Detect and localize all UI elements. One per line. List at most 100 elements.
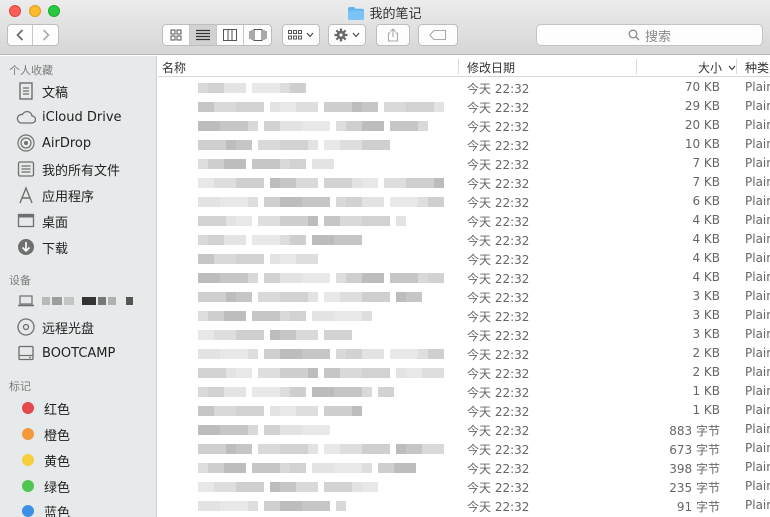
sidebar-item-airdrop[interactable]: AirDrop: [16, 132, 91, 154]
column-view-button[interactable]: [217, 25, 244, 45]
tag-color-dot: [22, 480, 34, 492]
table-row[interactable]: 今天 22:32 4 KB Plain: [158, 211, 770, 230]
table-row[interactable]: 今天 22:32 3 KB Plain: [158, 287, 770, 306]
chevron-down-icon: [352, 32, 360, 38]
file-date: 今天 22:32: [467, 310, 530, 324]
cover-flow-button[interactable]: [244, 25, 271, 45]
table-row[interactable]: 今天 22:32 3 KB Plain: [158, 325, 770, 344]
edit-tags-button[interactable]: [418, 24, 458, 46]
file-date: 今天 22:32: [467, 177, 530, 191]
table-row[interactable]: 今天 22:32 1 KB Plain: [158, 401, 770, 420]
sidebar-tag-yellow[interactable]: 黄色: [16, 449, 70, 471]
share-button[interactable]: [376, 24, 410, 46]
file-date: 今天 22:32: [467, 424, 530, 438]
file-kind: Plain: [745, 460, 770, 474]
sidebar-item-all-files[interactable]: 我的所有文件: [16, 158, 120, 180]
file-date: 今天 22:32: [467, 101, 530, 115]
chevron-right-icon: [42, 29, 50, 41]
table-row[interactable]: 今天 22:32 29 KB Plain: [158, 97, 770, 116]
file-date: 今天 22:32: [467, 405, 530, 419]
cover-flow-icon: [249, 29, 266, 41]
table-row[interactable]: 今天 22:32 673 字节 Plain: [158, 439, 770, 458]
search-placeholder: 搜索: [644, 29, 671, 45]
sidebar-item-applications[interactable]: 应用程序: [16, 184, 94, 206]
sidebar-tag-red[interactable]: 红色: [16, 397, 70, 419]
table-row[interactable]: 今天 22:32 2 KB Plain: [158, 344, 770, 363]
file-date: 今天 22:32: [467, 443, 530, 457]
file-size: 6 KB: [692, 194, 720, 208]
sidebar-item-icloud[interactable]: iCloud Drive: [16, 106, 122, 128]
share-icon: [387, 28, 399, 42]
laptop-icon: [16, 291, 36, 311]
file-size: 673 字节: [669, 443, 720, 457]
file-size: 1 KB: [692, 403, 720, 417]
table-row[interactable]: 今天 22:32 91 字节 Plain: [158, 496, 770, 515]
list-header: 名称 修改日期 大小 种类: [158, 56, 770, 77]
file-date: 今天 22:32: [467, 196, 530, 210]
sidebar-item-documents[interactable]: 文稿: [16, 80, 68, 102]
column-header-kind[interactable]: 种类: [745, 59, 769, 76]
file-size: 2 KB: [692, 346, 720, 360]
columns-icon: [223, 29, 237, 41]
column-header-size[interactable]: 大小: [698, 59, 736, 76]
column-divider[interactable]: [636, 59, 637, 74]
sidebar-item-bootcamp[interactable]: BOOTCAMP: [16, 342, 115, 364]
forward-button[interactable]: [33, 25, 58, 45]
back-button[interactable]: [8, 25, 34, 45]
file-kind: Plain: [745, 346, 770, 360]
table-row[interactable]: 今天 22:32 70 KB Plain: [158, 78, 770, 97]
table-row[interactable]: 今天 22:32 398 字节 Plain: [158, 458, 770, 477]
list-view-button[interactable]: [190, 25, 217, 45]
arrange-button[interactable]: [282, 24, 320, 46]
sidebar-item-mac-device[interactable]: [16, 290, 135, 312]
search-icon: [628, 29, 640, 41]
table-row[interactable]: 今天 22:32 4 KB Plain: [158, 249, 770, 268]
table-row[interactable]: 今天 22:32 20 KB Plain: [158, 116, 770, 135]
file-size: 3 KB: [692, 327, 720, 341]
sidebar-item-downloads[interactable]: 下载: [16, 236, 68, 258]
file-size: 2 KB: [692, 365, 720, 379]
table-row[interactable]: 今天 22:32 4 KB Plain: [158, 268, 770, 287]
file-kind: Plain: [745, 270, 770, 284]
column-divider[interactable]: [458, 59, 459, 74]
table-row[interactable]: 今天 22:32 883 字节 Plain: [158, 420, 770, 439]
table-row[interactable]: 今天 22:32 7 KB Plain: [158, 173, 770, 192]
title-bar: 我的笔记 搜索: [0, 0, 770, 55]
table-row[interactable]: 今天 22:32 2 KB Plain: [158, 363, 770, 382]
file-kind: Plain: [745, 479, 770, 493]
sidebar-tag-orange[interactable]: 橙色: [16, 423, 70, 445]
table-row[interactable]: 今天 22:32 4 KB Plain: [158, 230, 770, 249]
tag-color-dot: [22, 402, 34, 414]
document-icon: [16, 81, 36, 101]
file-size: 29 KB: [684, 99, 720, 113]
sidebar-item-label: BOOTCAMP: [42, 345, 116, 361]
sidebar-item-desktop[interactable]: 桌面: [16, 210, 68, 232]
file-size: 20 KB: [684, 118, 720, 132]
file-date: 今天 22:32: [467, 481, 530, 495]
column-divider[interactable]: [736, 59, 737, 74]
column-header-name[interactable]: 名称: [162, 59, 186, 76]
file-size: 4 KB: [692, 232, 720, 246]
sidebar-item-remote-disc[interactable]: 远程光盘: [16, 316, 94, 338]
file-kind: Plain: [745, 289, 770, 303]
table-row[interactable]: 今天 22:32 10 KB Plain: [158, 135, 770, 154]
table-row[interactable]: 今天 22:32 6 KB Plain: [158, 192, 770, 211]
column-header-date[interactable]: 修改日期: [467, 59, 515, 76]
download-icon: [16, 237, 36, 257]
icon-view-button[interactable]: [163, 25, 190, 45]
file-size: 10 KB: [684, 137, 720, 151]
table-row[interactable]: 今天 22:32 235 字节 Plain: [158, 477, 770, 496]
sort-descending-icon: [728, 65, 736, 71]
window-title: 我的笔记: [0, 3, 770, 24]
sidebar-tag-green[interactable]: 绿色: [16, 475, 70, 497]
action-button[interactable]: [328, 24, 366, 46]
view-mode-control: [162, 24, 272, 46]
grid-icon: [170, 29, 182, 41]
search-field[interactable]: 搜索: [536, 24, 763, 46]
table-row[interactable]: 今天 22:32 3 KB Plain: [158, 306, 770, 325]
sidebar-item-label: 橙色: [44, 428, 71, 444]
table-row[interactable]: 今天 22:32 1 KB Plain: [158, 382, 770, 401]
file-kind: Plain: [745, 403, 770, 417]
table-row[interactable]: 今天 22:32 7 KB Plain: [158, 154, 770, 173]
sidebar-tag-blue[interactable]: 蓝色: [16, 500, 70, 517]
